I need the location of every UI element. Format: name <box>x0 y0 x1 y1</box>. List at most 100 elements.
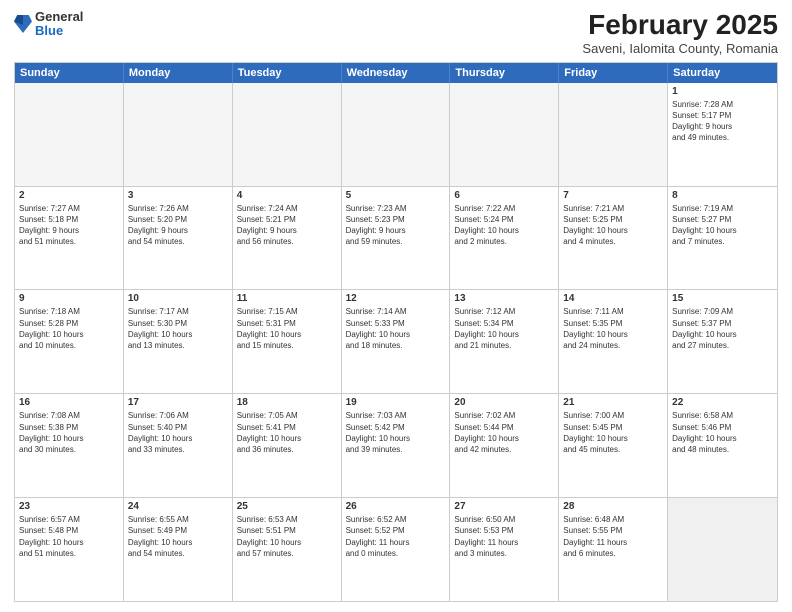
logo-icon <box>14 13 32 35</box>
calendar-cell: 17Sunrise: 7:06 AM Sunset: 5:40 PM Dayli… <box>124 394 233 497</box>
header: General Blue February 2025 Saveni, Ialom… <box>14 10 778 56</box>
day-info: Sunrise: 7:03 AM Sunset: 5:42 PM Dayligh… <box>346 410 446 455</box>
day-info: Sunrise: 7:05 AM Sunset: 5:41 PM Dayligh… <box>237 410 337 455</box>
logo: General Blue <box>14 10 83 39</box>
calendar-cell: 7 Sunrise: 7:21 AM Sunset: 5:25 PM Daylig… <box>559 187 668 290</box>
page: General Blue February 2025 Saveni, Ialom… <box>0 0 792 612</box>
day-number: 13 <box>454 293 554 304</box>
calendar-cell: 25Sunrise: 6:53 AM Sunset: 5:51 PM Dayli… <box>233 498 342 601</box>
day-info: Sunrise: 7:21 AM Sunset: 5:25 PM Dayligh… <box>563 203 663 248</box>
day-number: 11 <box>237 293 337 304</box>
calendar-cell: 2Sunrise: 7:27 AM Sunset: 5:18 PM Daylig… <box>15 187 124 290</box>
calendar-row-2: 9 Sunrise: 7:18 AM Sunset: 5:28 PM Daylig… <box>15 289 777 393</box>
calendar-row-0: 1 Sunrise: 7:28 AM Sunset: 5:17 PM Daylig… <box>15 83 777 186</box>
weekday-header-sunday: Sunday <box>15 63 124 83</box>
calendar-cell <box>124 83 233 186</box>
logo-blue: Blue <box>35 24 83 38</box>
day-number: 19 <box>346 397 446 408</box>
day-number: 5 <box>346 190 446 201</box>
day-info: Sunrise: 7:12 AM Sunset: 5:34 PM Dayligh… <box>454 306 554 351</box>
day-info: Sunrise: 7:00 AM Sunset: 5:45 PM Dayligh… <box>563 410 663 455</box>
calendar-cell: 5 Sunrise: 7:23 AM Sunset: 5:23 PM Daylig… <box>342 187 451 290</box>
day-info: Sunrise: 7:15 AM Sunset: 5:31 PM Dayligh… <box>237 306 337 351</box>
day-number: 22 <box>672 397 773 408</box>
calendar-cell: 18 Sunrise: 7:05 AM Sunset: 5:41 PM Dayli… <box>233 394 342 497</box>
calendar-cell: 24Sunrise: 6:55 AM Sunset: 5:49 PM Dayli… <box>124 498 233 601</box>
day-number: 21 <box>563 397 663 408</box>
day-info: Sunrise: 7:18 AM Sunset: 5:28 PM Dayligh… <box>19 306 119 351</box>
day-number: 20 <box>454 397 554 408</box>
calendar-cell: 26 Sunrise: 6:52 AM Sunset: 5:52 PM Dayli… <box>342 498 451 601</box>
day-number: 18 <box>237 397 337 408</box>
weekday-header-wednesday: Wednesday <box>342 63 451 83</box>
day-number: 16 <box>19 397 119 408</box>
day-info: Sunrise: 7:02 AM Sunset: 5:44 PM Dayligh… <box>454 410 554 455</box>
weekday-header-tuesday: Tuesday <box>233 63 342 83</box>
day-info: Sunrise: 7:24 AM Sunset: 5:21 PM Dayligh… <box>237 203 337 248</box>
title-location: Saveni, Ialomita County, Romania <box>582 41 778 56</box>
calendar-cell: 12 Sunrise: 7:14 AM Sunset: 5:33 PM Dayli… <box>342 290 451 393</box>
calendar-cell: 11 Sunrise: 7:15 AM Sunset: 5:31 PM Dayli… <box>233 290 342 393</box>
calendar-cell: 3Sunrise: 7:26 AM Sunset: 5:20 PM Daylig… <box>124 187 233 290</box>
calendar-cell <box>559 83 668 186</box>
day-number: 3 <box>128 190 228 201</box>
calendar-cell: 19 Sunrise: 7:03 AM Sunset: 5:42 PM Dayli… <box>342 394 451 497</box>
calendar-cell: 8 Sunrise: 7:19 AM Sunset: 5:27 PM Daylig… <box>668 187 777 290</box>
title-block: February 2025 Saveni, Ialomita County, R… <box>582 10 778 56</box>
calendar-row-1: 2Sunrise: 7:27 AM Sunset: 5:18 PM Daylig… <box>15 186 777 290</box>
day-info: Sunrise: 7:17 AM Sunset: 5:30 PM Dayligh… <box>128 306 228 351</box>
calendar-cell: 15 Sunrise: 7:09 AM Sunset: 5:37 PM Dayli… <box>668 290 777 393</box>
calendar-row-3: 16 Sunrise: 7:08 AM Sunset: 5:38 PM Dayli… <box>15 393 777 497</box>
day-number: 6 <box>454 190 554 201</box>
day-number: 26 <box>346 501 446 512</box>
calendar-cell <box>342 83 451 186</box>
weekday-header-friday: Friday <box>559 63 668 83</box>
weekday-header-thursday: Thursday <box>450 63 559 83</box>
calendar-cell: 13 Sunrise: 7:12 AM Sunset: 5:34 PM Dayli… <box>450 290 559 393</box>
day-number: 12 <box>346 293 446 304</box>
day-info: Sunrise: 7:09 AM Sunset: 5:37 PM Dayligh… <box>672 306 773 351</box>
weekday-header-monday: Monday <box>124 63 233 83</box>
day-number: 9 <box>19 293 119 304</box>
day-info: Sunrise: 6:57 AM Sunset: 5:48 PM Dayligh… <box>19 514 119 559</box>
calendar-cell: 10 Sunrise: 7:17 AM Sunset: 5:30 PM Dayli… <box>124 290 233 393</box>
day-info: Sunrise: 6:50 AM Sunset: 5:53 PM Dayligh… <box>454 514 554 559</box>
day-info: Sunrise: 7:23 AM Sunset: 5:23 PM Dayligh… <box>346 203 446 248</box>
day-number: 28 <box>563 501 663 512</box>
day-info: Sunrise: 7:27 AM Sunset: 5:18 PM Dayligh… <box>19 203 119 248</box>
weekday-header-saturday: Saturday <box>668 63 777 83</box>
calendar-header: SundayMondayTuesdayWednesdayThursdayFrid… <box>15 63 777 83</box>
calendar-cell: 16 Sunrise: 7:08 AM Sunset: 5:38 PM Dayli… <box>15 394 124 497</box>
calendar-row-4: 23 Sunrise: 6:57 AM Sunset: 5:48 PM Dayli… <box>15 497 777 601</box>
day-info: Sunrise: 6:48 AM Sunset: 5:55 PM Dayligh… <box>563 514 663 559</box>
calendar-cell: 28 Sunrise: 6:48 AM Sunset: 5:55 PM Dayli… <box>559 498 668 601</box>
calendar-cell <box>233 83 342 186</box>
day-info: Sunrise: 7:19 AM Sunset: 5:27 PM Dayligh… <box>672 203 773 248</box>
day-info: Sunrise: 7:14 AM Sunset: 5:33 PM Dayligh… <box>346 306 446 351</box>
calendar-cell: 22Sunrise: 6:58 AM Sunset: 5:46 PM Dayli… <box>668 394 777 497</box>
day-number: 15 <box>672 293 773 304</box>
day-number: 8 <box>672 190 773 201</box>
calendar-cell: 14 Sunrise: 7:11 AM Sunset: 5:35 PM Dayli… <box>559 290 668 393</box>
calendar-cell: 23 Sunrise: 6:57 AM Sunset: 5:48 PM Dayli… <box>15 498 124 601</box>
day-info: Sunrise: 7:28 AM Sunset: 5:17 PM Dayligh… <box>672 99 773 144</box>
logo-text: General Blue <box>35 10 83 39</box>
day-info: Sunrise: 7:11 AM Sunset: 5:35 PM Dayligh… <box>563 306 663 351</box>
calendar-cell <box>15 83 124 186</box>
day-info: Sunrise: 7:08 AM Sunset: 5:38 PM Dayligh… <box>19 410 119 455</box>
calendar-cell: 9 Sunrise: 7:18 AM Sunset: 5:28 PM Daylig… <box>15 290 124 393</box>
day-number: 7 <box>563 190 663 201</box>
calendar-cell: 6Sunrise: 7:22 AM Sunset: 5:24 PM Daylig… <box>450 187 559 290</box>
day-number: 23 <box>19 501 119 512</box>
title-month: February 2025 <box>582 10 778 41</box>
calendar-cell: 20 Sunrise: 7:02 AM Sunset: 5:44 PM Dayli… <box>450 394 559 497</box>
day-number: 17 <box>128 397 228 408</box>
calendar: SundayMondayTuesdayWednesdayThursdayFrid… <box>14 62 778 602</box>
day-number: 27 <box>454 501 554 512</box>
day-number: 24 <box>128 501 228 512</box>
day-number: 1 <box>672 86 773 97</box>
day-info: Sunrise: 6:52 AM Sunset: 5:52 PM Dayligh… <box>346 514 446 559</box>
day-number: 10 <box>128 293 228 304</box>
day-number: 14 <box>563 293 663 304</box>
day-number: 4 <box>237 190 337 201</box>
